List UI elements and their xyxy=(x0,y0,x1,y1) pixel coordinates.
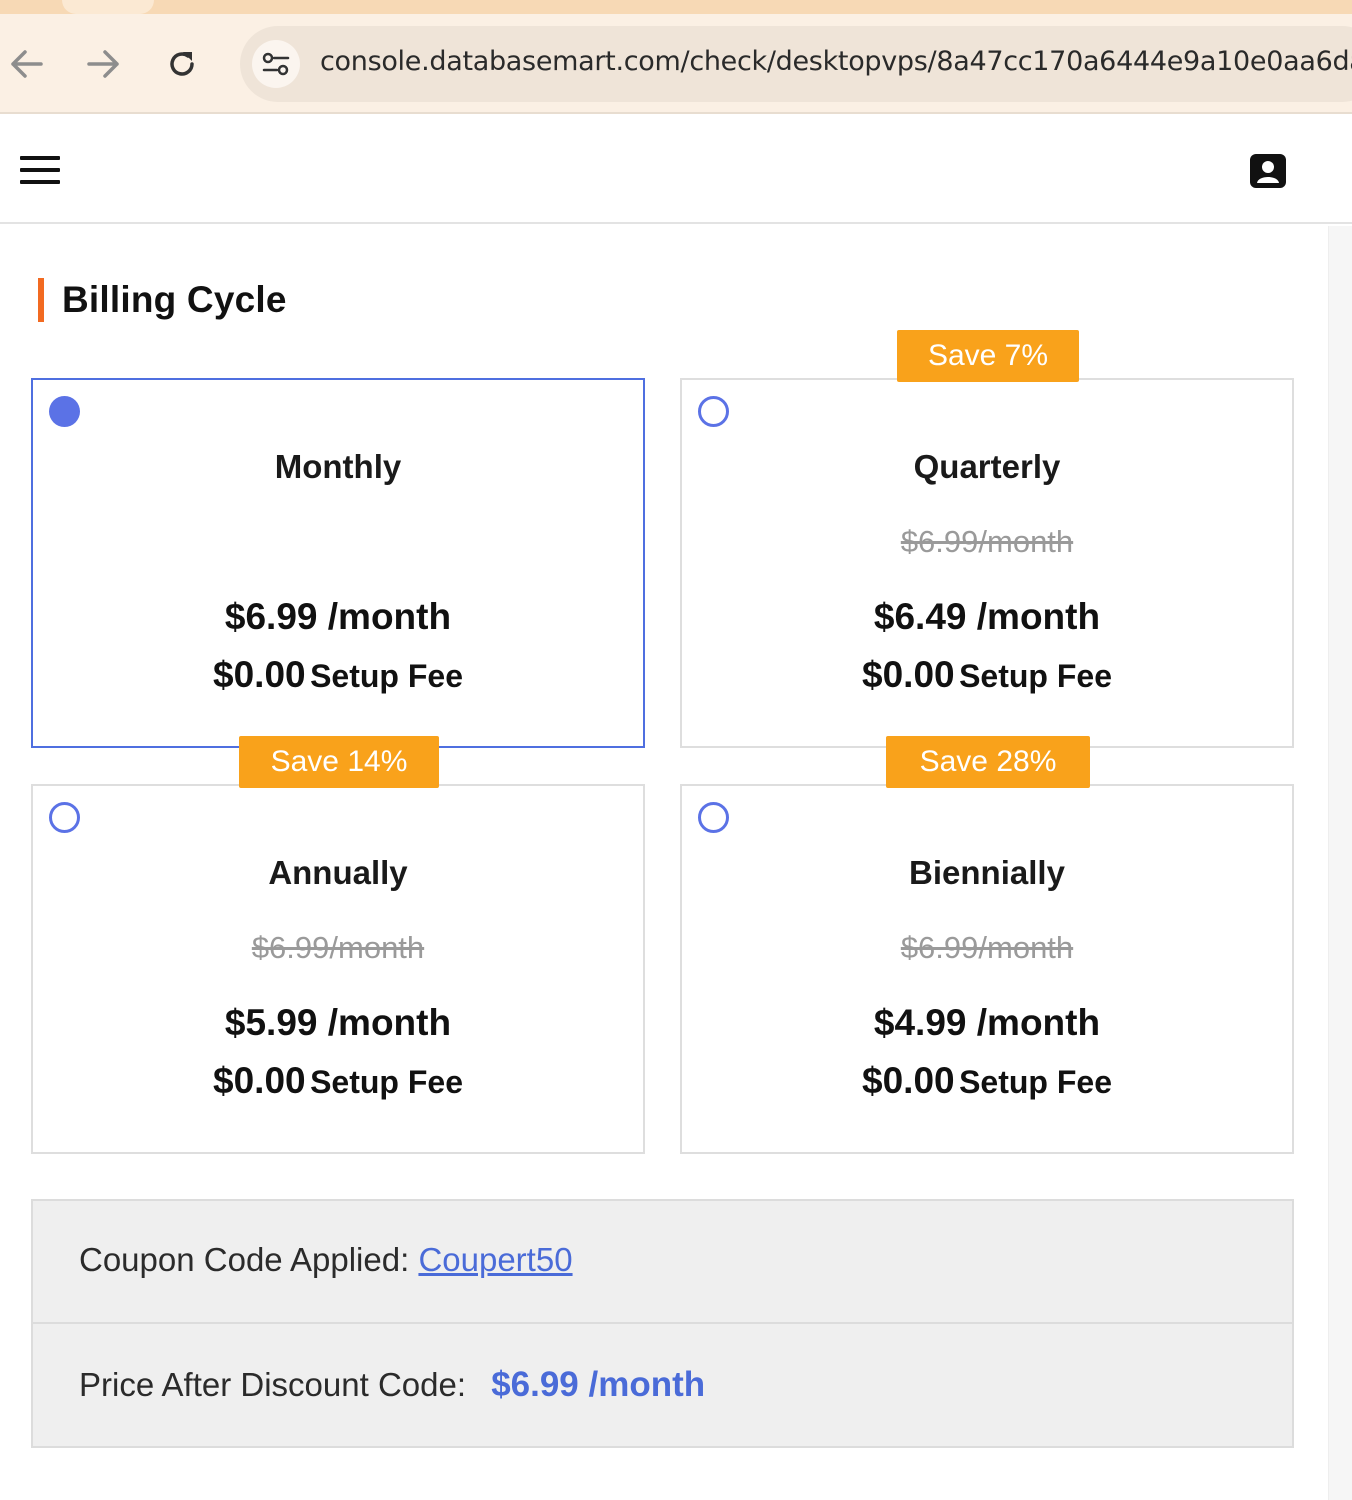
plan-name: Biennially xyxy=(909,854,1065,891)
radio-annually[interactable] xyxy=(49,802,80,833)
page-title: Billing Cycle xyxy=(62,279,287,320)
discount-price-row: Price After Discount Code: $6.99 /month xyxy=(33,1325,1292,1448)
setup-fee-label: Setup Fee xyxy=(959,1064,1112,1100)
plan-name: Quarterly xyxy=(913,448,1061,485)
app-header xyxy=(0,116,1352,224)
reload-icon[interactable] xyxy=(162,44,202,84)
setup-fee-amount: $0.00 xyxy=(213,1060,306,1101)
title-accent-bar xyxy=(38,278,44,322)
save-badge-biennially: Save 28% xyxy=(886,736,1090,788)
menu-icon[interactable] xyxy=(20,156,60,184)
plan-setup-fee: $0.00 Setup Fee xyxy=(682,1060,1292,1102)
plan-setup-fee: $0.00 Setup Fee xyxy=(33,654,643,696)
plan-price: $4.99 /month xyxy=(873,1002,1101,1043)
coupon-row: Coupon Code Applied: Coupert50 xyxy=(33,1201,1292,1324)
coupon-label: Coupon Code Applied: xyxy=(79,1241,410,1278)
radio-biennially[interactable] xyxy=(698,802,729,833)
setup-fee-amount: $0.00 xyxy=(862,1060,955,1101)
back-arrow-icon[interactable] xyxy=(6,44,46,84)
setup-fee-amount: $0.00 xyxy=(862,654,955,695)
plan-setup-fee: $0.00 Setup Fee xyxy=(33,1060,643,1102)
setup-fee-label: Setup Fee xyxy=(310,1064,463,1100)
section-header: Billing Cycle xyxy=(38,278,287,322)
radio-quarterly[interactable] xyxy=(698,396,729,427)
url-text[interactable]: console.databasemart.com/check/desktopvp… xyxy=(320,46,1352,77)
browser-tabstrip xyxy=(0,0,1352,14)
tab-gap xyxy=(62,0,154,14)
plan-card-biennially[interactable]: Biennially $6.99/month $4.99 /month $0.0… xyxy=(680,784,1294,1154)
plan-price: $6.49 /month xyxy=(873,596,1101,637)
plan-original-price: $6.99/month xyxy=(900,524,1074,559)
plan-price: $5.99 /month xyxy=(224,1002,452,1043)
plan-card-annually[interactable]: Annually $6.99/month $5.99 /month $0.00 … xyxy=(31,784,645,1154)
discount-price-value: $6.99 /month xyxy=(491,1365,706,1404)
discount-price-label: Price After Discount Code: xyxy=(79,1366,467,1403)
plan-card-quarterly[interactable]: Quarterly $6.99/month $6.49 /month $0.00… xyxy=(680,378,1294,748)
scrollbar[interactable] xyxy=(1328,226,1352,1500)
forward-arrow-icon[interactable] xyxy=(84,44,124,84)
setup-fee-amount: $0.00 xyxy=(213,654,306,695)
plan-card-monthly[interactable]: Monthly $6.99 /month $0.00 Setup Fee xyxy=(31,378,645,748)
browser-toolbar: console.databasemart.com/check/desktopvp… xyxy=(0,14,1352,114)
coupon-code-link[interactable]: Coupert50 xyxy=(418,1241,572,1278)
plan-price: $6.99 /month xyxy=(224,596,452,637)
plan-setup-fee: $0.00 Setup Fee xyxy=(682,654,1292,696)
plan-original-price: $6.99/month xyxy=(251,930,425,965)
discount-summary: Coupon Code Applied: Coupert50 Price Aft… xyxy=(31,1199,1294,1448)
plan-original-price: $6.99/month xyxy=(900,930,1074,965)
setup-fee-label: Setup Fee xyxy=(310,658,463,694)
address-bar[interactable]: console.databasemart.com/check/desktopvp… xyxy=(240,26,1352,102)
plan-name: Annually xyxy=(268,854,408,891)
account-icon[interactable] xyxy=(1248,152,1288,190)
radio-monthly[interactable] xyxy=(49,396,80,427)
setup-fee-label: Setup Fee xyxy=(959,658,1112,694)
plan-name: Monthly xyxy=(274,448,402,485)
save-badge-quarterly: Save 7% xyxy=(897,330,1079,382)
site-settings-icon[interactable] xyxy=(252,40,300,88)
save-badge-annually: Save 14% xyxy=(239,736,439,788)
